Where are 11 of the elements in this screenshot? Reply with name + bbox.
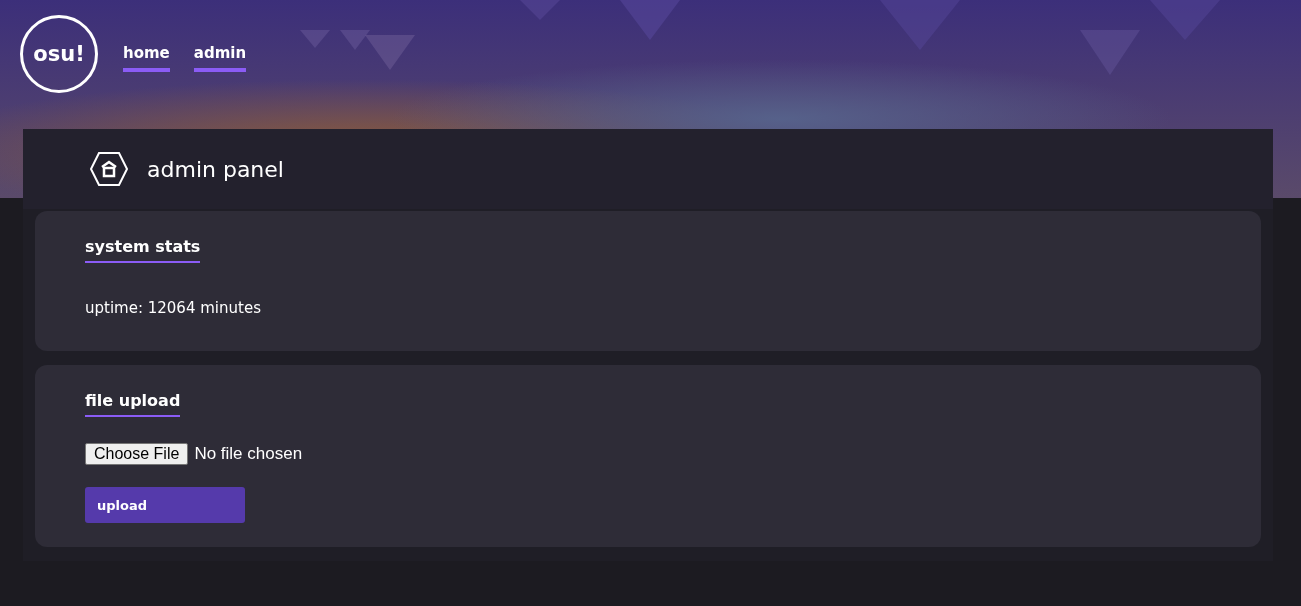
nav-link[interactable]: admin [193, 44, 247, 72]
panel-title: admin panel [147, 156, 284, 182]
section-title: system stats [85, 237, 201, 263]
file-status-text: No file chosen [194, 444, 303, 464]
house-icon [89, 151, 129, 187]
nav-link[interactable]: home [123, 44, 170, 72]
upload-button[interactable]: upload [85, 487, 245, 523]
uptime-text: uptime: 12064 minutes [85, 299, 261, 317]
logo[interactable]: osu! [20, 15, 98, 93]
section-title: file upload [85, 391, 181, 417]
choose-file-button[interactable]: Choose File [85, 443, 189, 465]
